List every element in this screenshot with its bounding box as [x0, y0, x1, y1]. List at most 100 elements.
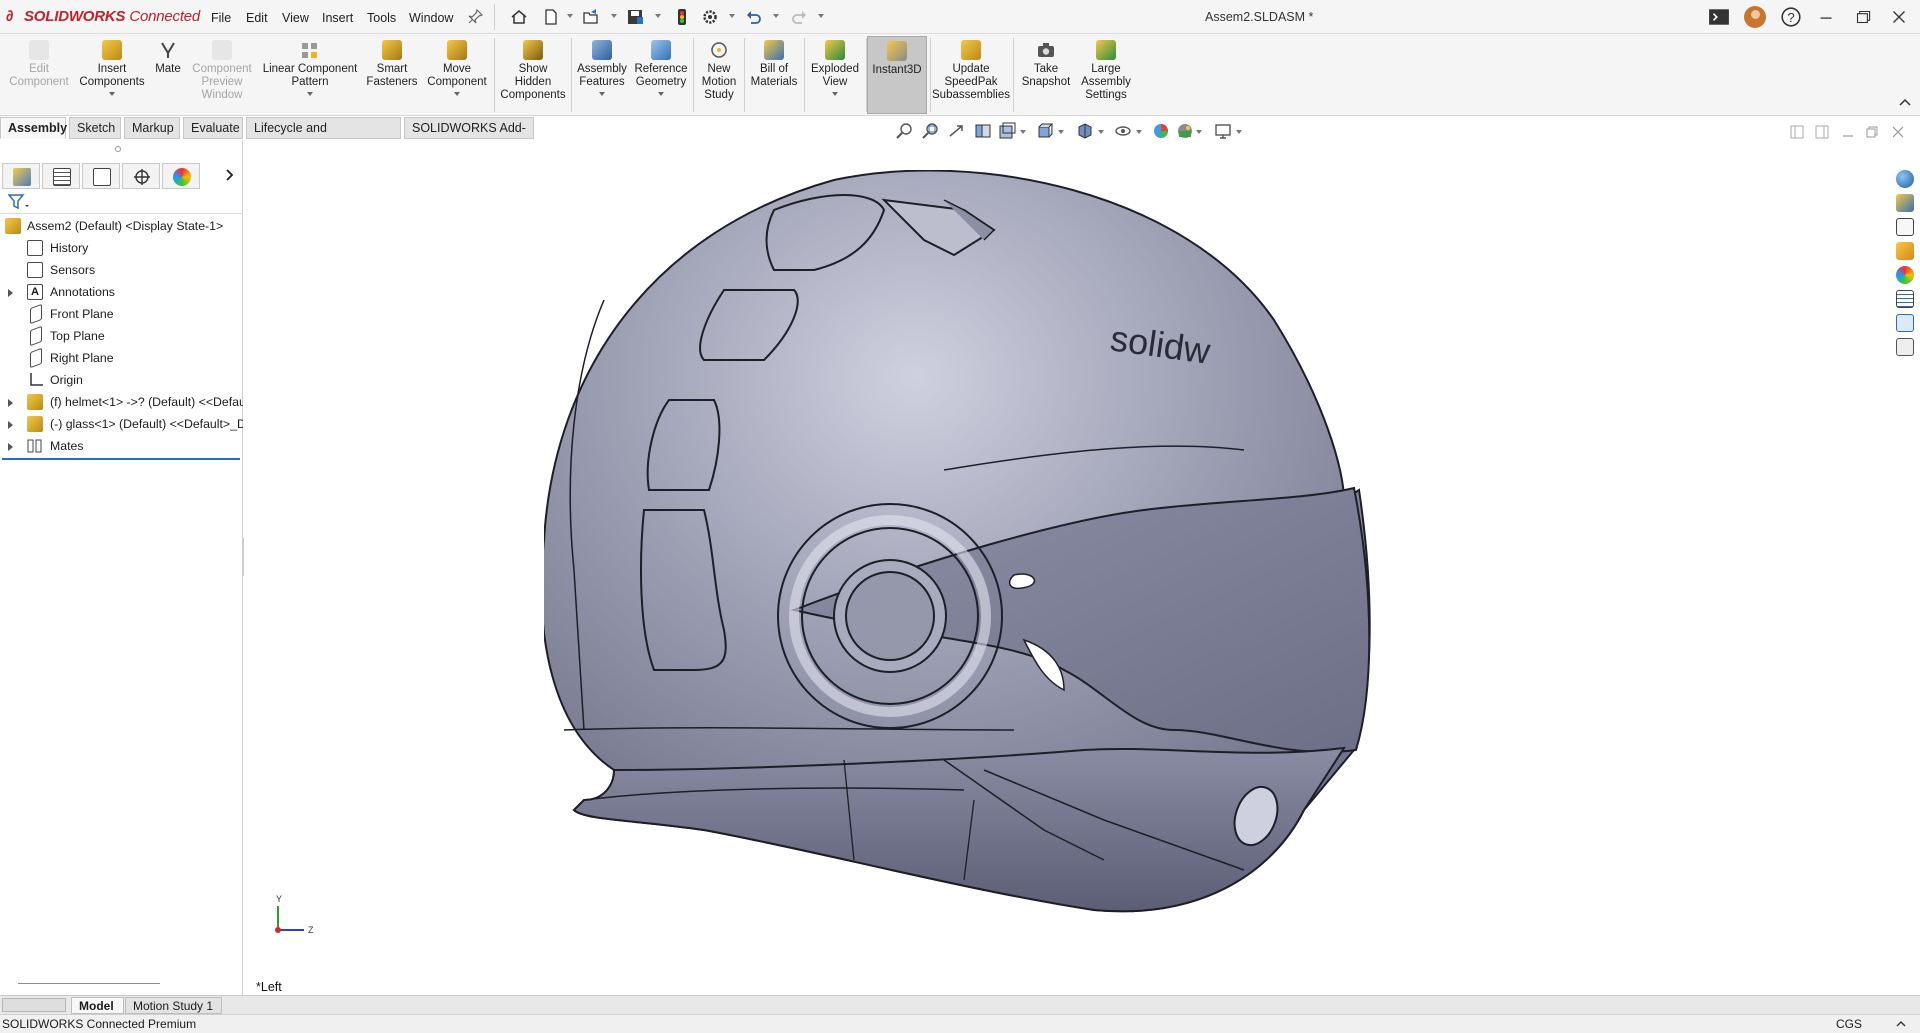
- take-snapshot-button[interactable]: Take Snapshot: [1016, 40, 1076, 89]
- bill-of-materials-button[interactable]: Bill of Materials: [746, 40, 802, 89]
- edit-appearance-icon[interactable]: [1152, 122, 1170, 140]
- tree-item-origin[interactable]: Origin: [0, 369, 243, 391]
- section-view-icon[interactable]: [974, 122, 992, 140]
- previous-view-icon[interactable]: [948, 122, 966, 140]
- display-style-dropdown-caret[interactable]: [1098, 130, 1104, 134]
- exploded-view-dropdown[interactable]: [832, 92, 838, 96]
- menu-insert[interactable]: Insert: [322, 11, 353, 25]
- doc-tile-right-icon[interactable]: [1814, 124, 1830, 140]
- command-prompt-icon[interactable]: [1708, 6, 1730, 28]
- save-icon[interactable]: [626, 8, 644, 26]
- tab-addins[interactable]: SOLIDWORKS Add-Ins: [404, 117, 534, 156]
- open-icon[interactable]: [582, 8, 600, 26]
- mate-button[interactable]: Mate: [150, 40, 186, 76]
- view-settings-dropdown-caret[interactable]: [1236, 130, 1242, 134]
- tree-item-front-plane[interactable]: Front Plane: [0, 303, 243, 325]
- status-chevron-up-icon[interactable]: [1895, 1018, 1907, 1030]
- filter-icon[interactable]: [8, 193, 30, 211]
- component-preview-window-button[interactable]: Component Preview Window: [188, 40, 256, 102]
- doc-minimize-icon[interactable]: [1840, 124, 1856, 140]
- display-manager-tab[interactable]: [162, 163, 200, 189]
- property-manager-tab[interactable]: [42, 163, 80, 189]
- exploded-view-button[interactable]: Exploded View: [806, 40, 864, 96]
- reference-geometry-dropdown[interactable]: [658, 92, 664, 96]
- minimize-icon[interactable]: [1815, 6, 1837, 28]
- edit-component-button[interactable]: Edit Component: [4, 40, 74, 89]
- tree-item-mates[interactable]: Mates: [0, 435, 243, 457]
- move-component-button[interactable]: Move Component: [422, 40, 492, 96]
- redo-icon[interactable]: [790, 8, 808, 26]
- tab-evaluate[interactable]: Evaluate: [183, 117, 243, 139]
- hide-show-items-icon[interactable]: [1114, 122, 1132, 140]
- assembly-features-button[interactable]: Assembly Features: [574, 40, 630, 96]
- tab-assembly[interactable]: Assembly: [0, 117, 67, 139]
- tree-item-sensors[interactable]: Sensors: [0, 259, 243, 281]
- dynamic-annotation-views-icon[interactable]: [998, 122, 1016, 140]
- doc-tile-left-icon[interactable]: [1789, 124, 1805, 140]
- expand-arrow-icon[interactable]: [8, 289, 13, 297]
- rollback-bar[interactable]: [2, 458, 240, 460]
- assembly-features-dropdown[interactable]: [599, 92, 605, 96]
- home-icon[interactable]: [510, 8, 528, 26]
- view-orientation-icon[interactable]: [1036, 122, 1054, 140]
- views-dropdown-caret[interactable]: [1020, 130, 1026, 134]
- smart-fasteners-button[interactable]: Smart Fasteners: [364, 40, 420, 89]
- help-icon[interactable]: ?: [1780, 6, 1802, 28]
- undo-icon[interactable]: [745, 8, 763, 26]
- new-document-icon[interactable]: [542, 8, 560, 26]
- linear-component-pattern-button[interactable]: Linear Component Pattern: [258, 40, 362, 96]
- pin-icon[interactable]: [466, 8, 484, 26]
- options-gear-icon[interactable]: [701, 8, 719, 26]
- close-icon[interactable]: [1888, 6, 1910, 28]
- move-component-dropdown[interactable]: [454, 92, 460, 96]
- open-dropdown-caret[interactable]: [611, 14, 617, 18]
- restore-icon[interactable]: [1852, 6, 1874, 28]
- tree-item-helmet[interactable]: (f) helmet<1> ->? (Default) <<Defau: [0, 391, 243, 413]
- expand-arrow-icon[interactable]: [8, 421, 13, 429]
- tab-scroll-arrows[interactable]: [2, 998, 66, 1012]
- tree-item-right-plane[interactable]: Right Plane: [0, 347, 243, 369]
- expand-arrow-icon[interactable]: [8, 443, 13, 451]
- update-speedpak-button[interactable]: Update SpeedPak Subassemblies: [932, 40, 1010, 102]
- menu-file[interactable]: File: [211, 11, 231, 25]
- instant3d-button[interactable]: Instant3D: [867, 36, 927, 114]
- insert-components-button[interactable]: Insert Components: [76, 40, 148, 96]
- solidworks-resources-icon[interactable]: [1896, 170, 1914, 188]
- expand-arrow-icon[interactable]: [8, 399, 13, 407]
- doc-restore-icon[interactable]: [1864, 124, 1880, 140]
- pane-grip-icon[interactable]: [115, 146, 121, 152]
- doc-close-icon[interactable]: [1890, 124, 1906, 140]
- tree-item-glass[interactable]: (-) glass<1> (Default) <<Default>_D: [0, 413, 243, 435]
- display-style-icon[interactable]: [1076, 122, 1094, 140]
- toolbox-icon[interactable]: [1896, 338, 1914, 356]
- view-palette-icon[interactable]: [1896, 242, 1914, 260]
- helmet-model[interactable]: solidw solid: [544, 170, 1644, 950]
- show-hidden-components-button[interactable]: Show Hidden Components: [498, 40, 568, 102]
- forum-icon[interactable]: [1896, 314, 1914, 332]
- pane-scroll-indicator[interactable]: [18, 983, 160, 984]
- tree-root-assembly[interactable]: Assem2 (Default) <Display State-1>: [0, 215, 243, 237]
- appearances-icon[interactable]: [1896, 266, 1914, 284]
- dimxpert-tab[interactable]: [122, 163, 160, 189]
- new-motion-study-button[interactable]: New Motion Study: [696, 40, 742, 102]
- tab-lifecycle[interactable]: Lifecycle and Collaboration: [246, 117, 401, 156]
- collapse-ribbon-chevron-icon[interactable]: [1898, 96, 1912, 108]
- undo-dropdown-caret[interactable]: [773, 14, 779, 18]
- view-settings-icon[interactable]: [1214, 122, 1232, 140]
- menu-edit[interactable]: Edit: [246, 11, 268, 25]
- zoom-to-area-icon[interactable]: [922, 122, 940, 140]
- graphics-area[interactable]: solidw solid Y Z *Left: [244, 140, 1920, 995]
- traffic-light-icon[interactable]: [673, 8, 691, 26]
- scene-dropdown-caret[interactable]: [1196, 130, 1202, 134]
- apply-scene-icon[interactable]: [1176, 122, 1194, 140]
- tab-sketch[interactable]: Sketch: [69, 117, 121, 139]
- feature-tree-tab[interactable]: [2, 163, 40, 189]
- new-dropdown-caret[interactable]: [567, 14, 573, 18]
- large-assembly-settings-button[interactable]: Large Assembly Settings: [1078, 40, 1134, 102]
- reference-geometry-button[interactable]: Reference Geometry: [632, 40, 690, 96]
- custom-properties-icon[interactable]: [1896, 290, 1914, 308]
- menu-window[interactable]: Window: [409, 11, 453, 25]
- menu-tools[interactable]: Tools: [367, 11, 396, 25]
- hide-show-dropdown-caret[interactable]: [1136, 130, 1142, 134]
- file-explorer-icon[interactable]: [1896, 218, 1914, 236]
